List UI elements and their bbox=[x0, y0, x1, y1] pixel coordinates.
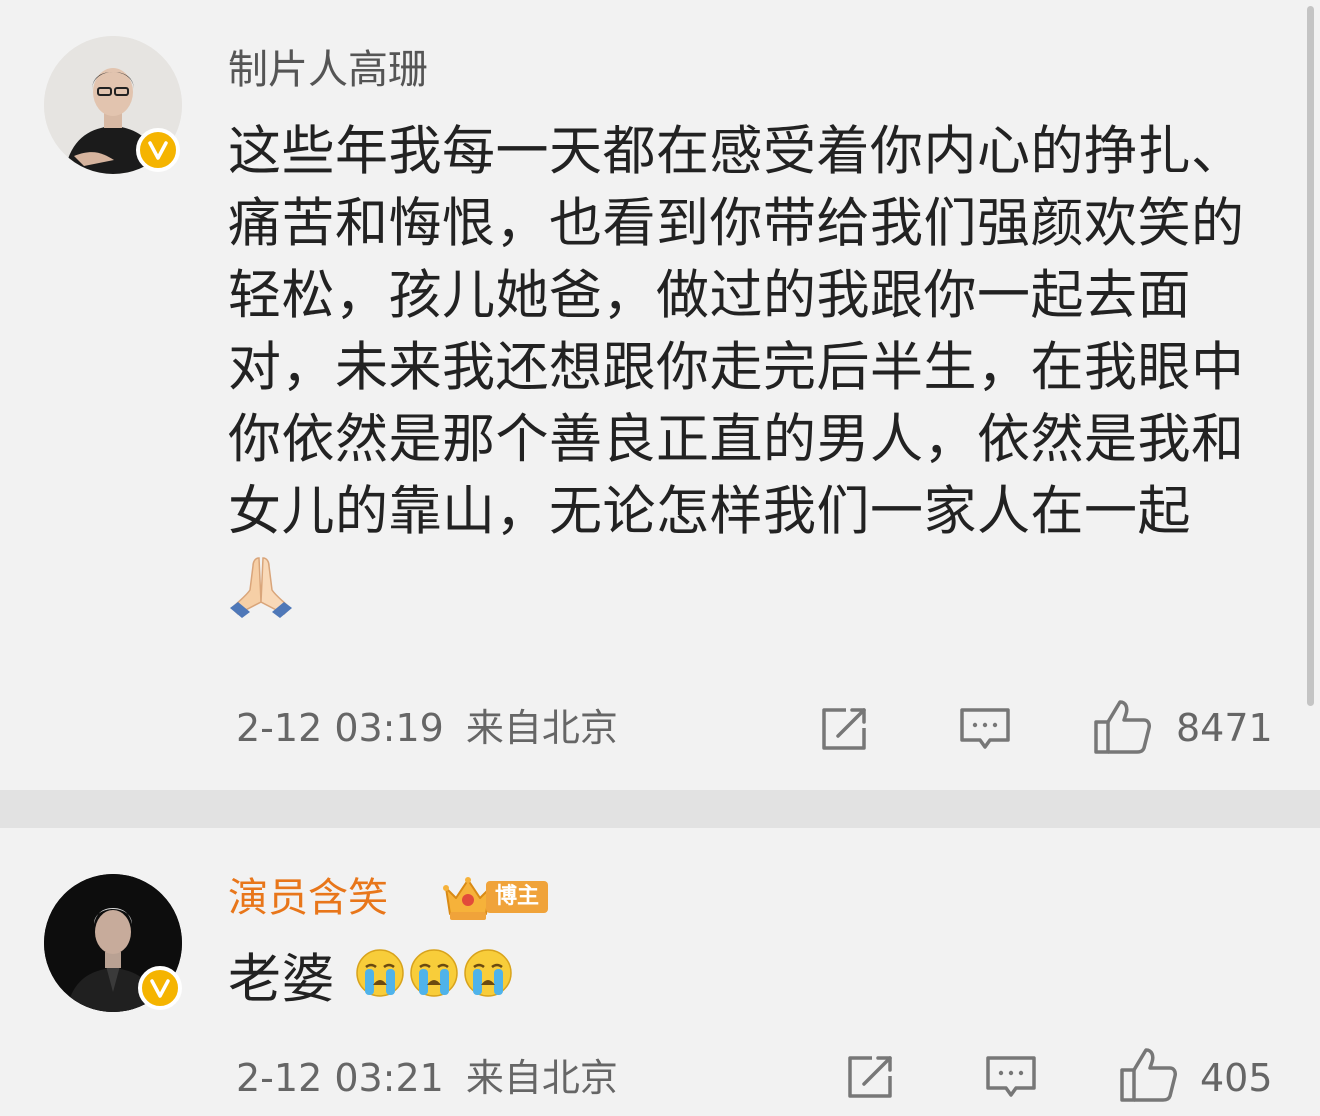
comment-meta: 2-12 03:21 来自北京 bbox=[236, 1056, 618, 1100]
loudly-crying-face-emoji bbox=[408, 946, 460, 1018]
loudly-crying-face-emoji bbox=[462, 946, 514, 1018]
comment-text-line: 痛苦和悔恨，也看到你带给我们强颜欢笑的 bbox=[228, 193, 1245, 254]
badge-label: 博主 bbox=[486, 881, 548, 913]
timestamp: 2-12 03:19 bbox=[236, 706, 444, 750]
share-button[interactable] bbox=[818, 704, 872, 760]
comment-item: 制片人高珊 这些年我每一天都在感受着你内心的挣扎、 痛苦和悔恨，也看到你带给我们… bbox=[0, 0, 1320, 790]
loudly-crying-face-emoji bbox=[354, 946, 406, 1018]
comment-text: 老婆 bbox=[228, 944, 1288, 1018]
folded-hands-emoji bbox=[228, 548, 1288, 620]
share-button[interactable] bbox=[844, 1052, 898, 1108]
comment-button[interactable] bbox=[984, 1052, 1038, 1108]
thumbs-up-icon bbox=[1120, 1048, 1177, 1102]
like-count: 8471 bbox=[1176, 706, 1273, 750]
comment-text-line: 这些年我每一天都在感受着你内心的挣扎、 bbox=[228, 121, 1245, 182]
username[interactable]: 制片人高珊 bbox=[228, 46, 428, 94]
comment-text-line: 女儿的靠山，无论怎样我们一家人在一起 bbox=[228, 481, 1191, 542]
share-icon bbox=[822, 708, 866, 750]
like-button[interactable] bbox=[1118, 1046, 1180, 1102]
comment-text-line: 对，未来我还想跟你走完后半生，在我眼中 bbox=[228, 337, 1245, 398]
like-button[interactable] bbox=[1092, 698, 1154, 754]
comment-text: 这些年我每一天都在感受着你内心的挣扎、 痛苦和悔恨，也看到你带给我们强颜欢笑的 … bbox=[228, 116, 1288, 620]
comment-icon bbox=[960, 708, 1010, 749]
comment-text-line: 老婆 bbox=[228, 949, 335, 1010]
weibo-comment-page: 制片人高珊 这些年我每一天都在感受着你内心的挣扎、 痛苦和悔恨，也看到你带给我们… bbox=[0, 0, 1320, 1116]
verified-badge-icon bbox=[136, 128, 180, 172]
blogger-badge[interactable]: 博主 bbox=[440, 872, 554, 922]
thumbs-up-icon bbox=[1094, 700, 1151, 754]
comment-text-line: 轻松，孩儿她爸，做过的我跟你一起去面 bbox=[228, 265, 1191, 326]
timestamp: 2-12 03:21 bbox=[236, 1056, 444, 1100]
username[interactable]: 演员含笑 bbox=[228, 874, 388, 922]
verified-badge-icon bbox=[138, 966, 182, 1010]
location: 来自北京 bbox=[465, 706, 618, 750]
share-icon bbox=[848, 1056, 892, 1098]
location: 来自北京 bbox=[465, 1056, 618, 1100]
divider bbox=[0, 790, 1320, 828]
comment-text-line: 你依然是那个善良正直的男人，依然是我和 bbox=[228, 409, 1245, 470]
like-count: 405 bbox=[1200, 1056, 1273, 1100]
comment-icon bbox=[986, 1056, 1036, 1097]
comment-meta: 2-12 03:19 来自北京 bbox=[236, 706, 618, 750]
scrollbar[interactable] bbox=[1307, 6, 1314, 706]
comment-button[interactable] bbox=[958, 704, 1012, 760]
